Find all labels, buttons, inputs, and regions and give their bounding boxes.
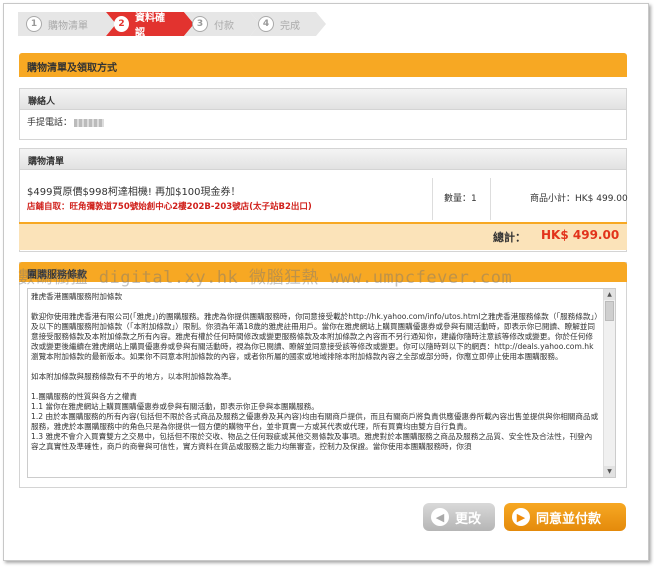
pickup-location: 店鋪自取：旺角彌敦道750號始創中心2樓202B-203號店(太子站B2出口) <box>27 202 312 212</box>
step-label: 購物清單 <box>48 20 88 32</box>
back-button-label: 更改 <box>455 511 482 527</box>
step-payment: 3 付款 <box>184 12 260 36</box>
phone-value-masked <box>74 118 105 127</box>
scroll-thumb[interactable] <box>605 301 614 321</box>
terms-textbox[interactable]: 雅虎香港團購服務附加條款 歡迎你使用雅虎香港有限公司(「雅虎」)的團購服務。雅虎… <box>27 288 616 478</box>
scroll-up-icon[interactable]: ▲ <box>604 289 615 300</box>
step-complete: 4 完成 <box>250 12 326 36</box>
section-title: 購物清單及領取方式 <box>19 53 627 77</box>
terms-scrollbar[interactable]: ▲ ▼ <box>603 289 615 477</box>
agree-and-pay-label: 同意並付款 <box>536 511 602 527</box>
terms-line: 1.團購服務的性質與各方之權責 <box>31 392 137 401</box>
step-label: 完成 <box>280 20 300 32</box>
terms-line: 1.1 當你在雅虎網站上購買團購優惠券或參與有關活動，即表示你正參與本團購服務。 <box>31 402 319 411</box>
terms-line: 1.3 雅虎不會介入買賣雙方之交易中，包括但不限於交收、物品之任何瑕疵或其他交易… <box>31 432 593 451</box>
contact-header: 聯絡人 <box>19 88 627 110</box>
terms-line: 1.2 由於本團購服務的所有內容(包括但不限於各式商品及服務之優惠券及其內容)均… <box>31 412 599 431</box>
cart-header: 購物清單 <box>19 148 627 170</box>
phone-label: 手提電話： <box>27 118 73 128</box>
step-number: 2 <box>114 16 129 32</box>
scroll-down-icon[interactable]: ▼ <box>604 466 615 477</box>
divider <box>432 178 433 220</box>
arrow-left-icon: ◀ <box>431 508 449 526</box>
total-label: 總計： <box>493 231 526 244</box>
subtotal-label: 商品小計：HK$ 499.00 <box>530 194 628 204</box>
terms-line: 雅虎香港團購服務附加條款 <box>31 292 123 301</box>
step-number: 3 <box>192 16 208 32</box>
phone-row: 手提電話： <box>27 115 105 128</box>
checkout-steps: 1 購物清單 2 資料確認 3 付款 4 完成 <box>18 12 316 39</box>
watermark: 數碼櫥搵 digital.xy.hk 微腦狂熱 www.umpcfever.co… <box>18 268 513 288</box>
cart-item-title: $499買原價$998柯達相機! 再加$100現金券！ <box>27 187 241 198</box>
step-cart: 1 購物清單 <box>18 12 116 36</box>
back-button[interactable]: ◀ 更改 <box>423 503 495 531</box>
terms-line: 如本附加條款與服務條款有不乎的地方，以本附加條款為準。 <box>31 372 237 381</box>
total-bar <box>19 222 627 250</box>
terms-line: 歡迎你使用雅虎香港有限公司(「雅虎」)的團購服務。雅虎為你提供團購服務時，你同意… <box>31 312 599 361</box>
step-number: 1 <box>26 16 42 32</box>
divider <box>490 178 491 220</box>
arrow-right-icon: ▶ <box>512 508 530 526</box>
quantity-label: 數量：1 <box>444 194 477 204</box>
step-confirm: 2 資料確認 <box>106 12 194 39</box>
agree-and-pay-button[interactable]: ▶ 同意並付款 <box>504 503 626 531</box>
step-number: 4 <box>258 16 274 32</box>
total-value: HK$ 499.00 <box>541 228 620 242</box>
